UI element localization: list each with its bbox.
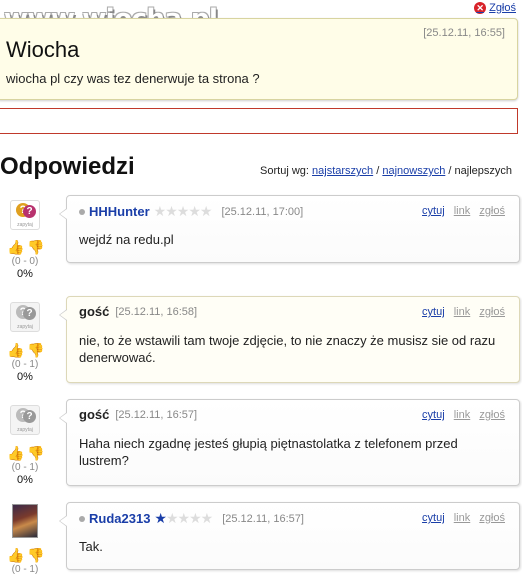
sort-best-current: najlepszych [454, 165, 512, 177]
vote-percent: 0% [17, 268, 33, 280]
rating-stars: ★★★★★ [154, 510, 213, 526]
question-date: [25.12.11, 16:55] [423, 27, 505, 39]
report-link[interactable]: zgłoś [479, 512, 505, 524]
thumb-up-icon[interactable]: 👍 [7, 547, 24, 563]
avatar: ?? zapytaj [10, 405, 40, 435]
report-question-link[interactable]: ✕ Zgłoś [474, 2, 516, 14]
answer-author: gość [79, 304, 110, 319]
vote-box: 👍 👎 (0 - 0) 0% [4, 239, 46, 280]
thumb-down-icon[interactable]: 👎 [27, 342, 44, 358]
report-link[interactable]: zgłoś [479, 205, 505, 217]
quote-link[interactable]: cytuj [422, 409, 445, 421]
answer-author: gość [79, 407, 110, 422]
close-circle-icon: ✕ [474, 2, 487, 14]
permalink[interactable]: link [454, 409, 471, 421]
answers-heading: Odpowiedzi [0, 153, 135, 180]
vote-count: (0 - 1) [11, 564, 39, 575]
answer-date: [25.12.11, 16:57] [115, 408, 198, 421]
vote-box: 👍 👎 (0 - 1) [4, 547, 46, 575]
answer-bubble: Ruda2313 ★★★★★ [25.12.11, 16:57] cytuj l… [59, 502, 520, 570]
answer-date: [25.12.11, 16:57] [222, 512, 304, 525]
answer-text: wejdź na redu.pl [79, 232, 174, 247]
vote-count: (0 - 1) [11, 462, 39, 473]
quote-link[interactable]: cytuj [422, 306, 445, 318]
answer-bubble: gość [25.12.11, 16:58] cytuj link zgłoś … [59, 296, 520, 383]
sort-options: Sortuj wg: najstarszych / najnowszych / … [260, 165, 512, 177]
vote-box: 👍 👎 (0 - 1) 0% [4, 342, 46, 383]
anonymous-avatar-icon: ?? zapytaj [10, 302, 40, 332]
thumb-down-icon[interactable]: 👎 [27, 547, 44, 563]
answer-author[interactable]: HHHunter [89, 204, 150, 219]
avatar-caption: zapytaj [17, 324, 33, 330]
anonymous-avatar-icon: ?? zapytaj [10, 405, 40, 435]
thumb-down-icon[interactable]: 👎 [27, 445, 44, 461]
question-body: wiocha pl czy was tez denerwuje ta stron… [6, 71, 260, 86]
permalink[interactable]: link [454, 306, 471, 318]
answer-author[interactable]: Ruda2313 [89, 511, 150, 526]
answer-text: nie, to że wstawili tam twoje zdjęcie, t… [79, 333, 496, 365]
status-dot-icon [79, 208, 85, 215]
sort-separator: / [376, 165, 380, 177]
sort-separator: / [448, 165, 452, 177]
answer-date: [25.12.11, 17:00] [221, 205, 304, 218]
answer-text: Haha niech zgadnę jesteś głupią piętnast… [79, 436, 458, 468]
sort-oldest-link[interactable]: najstarszych [312, 165, 373, 177]
vote-percent: 0% [17, 371, 33, 383]
user-photo-avatar [12, 504, 38, 538]
quote-link[interactable]: cytuj [422, 205, 445, 217]
thumb-up-icon[interactable]: 👍 [7, 342, 24, 358]
permalink[interactable]: link [454, 205, 471, 217]
report-link[interactable]: zgłoś [479, 409, 505, 421]
thumb-up-icon[interactable]: 👍 [7, 239, 24, 255]
thumb-up-icon[interactable]: 👍 [7, 445, 24, 461]
sort-label: Sortuj wg: [260, 165, 309, 177]
status-dot-icon [79, 515, 85, 522]
user-avatar-icon: ? ? zapytaj [10, 200, 40, 230]
answer-text: Tak. [79, 539, 103, 554]
question-title: Wiocha [6, 37, 80, 62]
avatar-caption: zapytaj [17, 222, 33, 228]
question-box: Wiocha [25.12.11, 16:55] wiocha pl czy w… [0, 18, 518, 100]
avatar-caption: zapytaj [17, 427, 33, 433]
vote-percent: 0% [17, 474, 33, 486]
answer-date: [25.12.11, 16:58] [115, 305, 198, 318]
rating-stars: ★★★★★ [153, 203, 213, 219]
avatar[interactable] [12, 504, 42, 538]
answer-input[interactable] [0, 108, 518, 134]
permalink[interactable]: link [454, 512, 471, 524]
report-label: Zgłoś [489, 2, 516, 14]
answer-bubble: HHHunter ★★★★★ [25.12.11, 17:00] cytuj l… [59, 195, 520, 263]
avatar[interactable]: ? ? zapytaj [10, 200, 40, 230]
quote-link[interactable]: cytuj [422, 512, 445, 524]
sort-newest-link[interactable]: najnowszych [382, 165, 445, 177]
vote-count: (0 - 1) [11, 359, 39, 370]
answer-bubble: gość [25.12.11, 16:57] cytuj link zgłoś … [59, 399, 520, 486]
avatar: ?? zapytaj [10, 302, 40, 332]
report-link[interactable]: zgłoś [479, 306, 505, 318]
thumb-down-icon[interactable]: 👎 [27, 239, 44, 255]
vote-count: (0 - 0) [11, 256, 39, 267]
vote-box: 👍 👎 (0 - 1) 0% [4, 445, 46, 486]
